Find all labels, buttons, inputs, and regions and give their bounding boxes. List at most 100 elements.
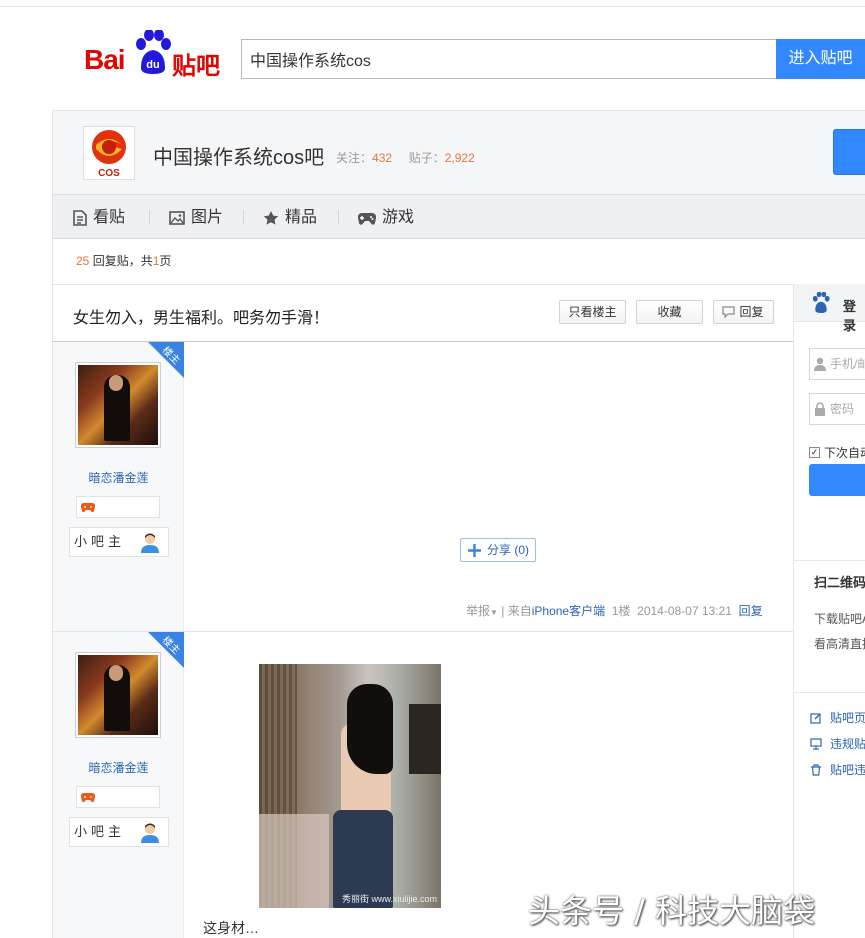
from-label: | 来自 bbox=[501, 604, 532, 618]
game-badge-icon bbox=[81, 792, 95, 803]
sign-in-button[interactable] bbox=[833, 129, 865, 175]
forum-stats: 关注：432 贴子：2,922 bbox=[336, 149, 475, 166]
share-plus-icon bbox=[468, 544, 481, 557]
source-watermark: 头条号 / 科技大脑袋 bbox=[528, 892, 816, 930]
floor-number: 1楼 bbox=[611, 604, 631, 618]
login-button[interactable] bbox=[809, 464, 865, 496]
reply-text-a: 回复贴，共 bbox=[89, 254, 153, 268]
monitor-icon bbox=[810, 737, 822, 750]
remember-label: 下次自动 bbox=[824, 446, 865, 460]
sidebar-link-forum-violations[interactable]: 贴吧违 bbox=[810, 761, 865, 778]
share-label: 分享 bbox=[487, 543, 512, 557]
reply-button[interactable]: 回复 bbox=[713, 300, 774, 324]
post-meta: 举报▼ | 来自iPhone客户端 1楼 2014-08-07 13:21 回复 bbox=[466, 602, 763, 619]
follow-count: 432 bbox=[372, 151, 393, 165]
client-link[interactable]: iPhone客户端 bbox=[532, 604, 605, 618]
caret-down-icon: ▼ bbox=[490, 608, 498, 617]
tab-posts[interactable]: 看贴 bbox=[73, 195, 125, 240]
nav-separator bbox=[243, 210, 244, 224]
post-reply-link[interactable]: 回复 bbox=[739, 604, 763, 618]
author-panel: 楼主 暗恋潘金莲 小吧主 bbox=[53, 632, 184, 938]
author-name[interactable]: 暗恋潘金莲 bbox=[53, 759, 184, 776]
baidu-tieba-logo[interactable]: Bai du 贴吧 bbox=[84, 30, 224, 80]
phone-placeholder: 手机/邮 bbox=[830, 357, 865, 371]
level-badge[interactable] bbox=[76, 786, 160, 808]
logo-text-tieba: 贴吧 bbox=[172, 53, 220, 80]
collect-button[interactable]: 收藏 bbox=[636, 300, 703, 324]
moderator-user-icon bbox=[141, 533, 159, 553]
lock-icon bbox=[815, 402, 825, 416]
forum-nav: 看贴 图片 精品 游戏 bbox=[52, 194, 865, 239]
comment-icon bbox=[722, 306, 735, 318]
author-name[interactable]: 暗恋潘金莲 bbox=[53, 469, 184, 486]
reply-info: 25 回复贴，共1页 bbox=[52, 239, 865, 284]
thread-title-bar: 女生勿入，男生福利。吧务勿手滑！ 只看楼主 收藏 回复 bbox=[52, 284, 793, 342]
only-op-button[interactable]: 只看楼主 bbox=[559, 300, 626, 324]
login-header: 登录 bbox=[794, 284, 865, 333]
tab-games[interactable]: 游戏 bbox=[358, 195, 414, 240]
baidu-paw-icon: du bbox=[136, 30, 171, 74]
qr-line-1: 下载贴吧A bbox=[814, 612, 865, 626]
sidebar-link-forum-page[interactable]: 贴吧页 bbox=[810, 709, 865, 726]
sidebar-divider bbox=[794, 692, 865, 693]
forum-name[interactable]: 中国操作系统cos吧 bbox=[153, 141, 324, 170]
post-caption: 这身材… bbox=[203, 920, 259, 936]
remember-checkbox[interactable]: ✓ 下次自动 bbox=[809, 444, 865, 461]
reply-count: 25 bbox=[76, 254, 90, 268]
checkbox-checked-icon: ✓ bbox=[809, 447, 820, 458]
password-placeholder: 密码 bbox=[830, 402, 855, 416]
level-badge[interactable] bbox=[76, 496, 160, 518]
gamepad-icon bbox=[358, 212, 376, 225]
cos-logo-icon: COS bbox=[92, 130, 126, 179]
posts-count: 2,922 bbox=[444, 151, 475, 165]
qr-title: 扫二维码 bbox=[814, 575, 865, 590]
star-icon bbox=[263, 210, 279, 225]
follow-label: 关注： bbox=[336, 151, 373, 165]
author-panel: 楼主 暗恋潘金莲 小吧主 bbox=[53, 342, 184, 631]
user-icon bbox=[814, 357, 826, 371]
logo-text-du: du bbox=[146, 59, 159, 71]
game-badge-icon bbox=[81, 502, 95, 513]
sidebar-link-violations[interactable]: 违规贴 bbox=[810, 735, 865, 752]
forum-logo-text: COS bbox=[98, 168, 120, 179]
sidebar-link-label: 贴吧违 bbox=[830, 763, 865, 777]
tab-games-label: 游戏 bbox=[382, 209, 415, 226]
share-button[interactable]: 分享 (0) bbox=[460, 538, 537, 562]
posts-label: 贴子： bbox=[408, 151, 445, 165]
nav-separator bbox=[149, 210, 150, 224]
nav-separator bbox=[338, 210, 339, 224]
role-label: 小吧主 bbox=[74, 824, 126, 839]
reply-text-b: 页 bbox=[159, 254, 172, 268]
avatar-image bbox=[78, 365, 158, 445]
tab-posts-label: 看贴 bbox=[93, 209, 126, 226]
baidu-paw-small-icon bbox=[812, 292, 830, 314]
top-divider bbox=[0, 6, 865, 7]
post-floor-1: 楼主 暗恋潘金莲 小吧主 分享 (0) 举报▼ | 来自iPhone客户端 1楼… bbox=[52, 342, 793, 632]
sidebar-link-label: 违规贴 bbox=[830, 737, 865, 751]
enter-forum-button[interactable]: 进入贴吧 bbox=[776, 39, 865, 79]
password-field[interactable]: 密码 bbox=[809, 393, 865, 425]
tab-images[interactable]: 图片 bbox=[169, 195, 223, 240]
role-badge: 小吧主 bbox=[69, 527, 169, 557]
login-title: 登录 bbox=[843, 299, 857, 333]
logo-text-bai: Bai bbox=[84, 44, 126, 75]
role-label: 小吧主 bbox=[74, 534, 126, 549]
report-link[interactable]: 举报 bbox=[466, 604, 490, 618]
right-sidebar: 登录 手机/邮 密码 ✓ 下次自动 扫二维码 下载贴吧A 看高清直播 贴吧页 违… bbox=[793, 284, 865, 938]
post-image[interactable]: 秀丽街 www.xiulijie.com bbox=[259, 664, 441, 908]
avatar-image bbox=[78, 655, 158, 735]
tab-featured[interactable]: 精品 bbox=[263, 195, 317, 240]
document-icon bbox=[73, 209, 87, 226]
phone-email-field[interactable]: 手机/邮 bbox=[809, 348, 865, 380]
qr-line-2: 看高清直播 bbox=[814, 637, 865, 651]
thread-title: 女生勿入，男生福利。吧务勿手滑！ bbox=[73, 310, 330, 327]
sidebar-link-label: 贴吧页 bbox=[830, 711, 865, 725]
search-input[interactable] bbox=[241, 39, 777, 79]
moderator-user-icon bbox=[141, 823, 159, 843]
reply-button-label: 回复 bbox=[739, 305, 764, 319]
share-count: (0) bbox=[514, 543, 530, 557]
image-watermark: 秀丽街 www.xiulijie.com bbox=[341, 894, 437, 904]
tab-images-label: 图片 bbox=[191, 209, 224, 226]
forum-avatar[interactable]: COS bbox=[83, 126, 135, 180]
forum-header: COS 中国操作系统cos吧 关注：432 贴子：2,922 bbox=[52, 110, 865, 194]
